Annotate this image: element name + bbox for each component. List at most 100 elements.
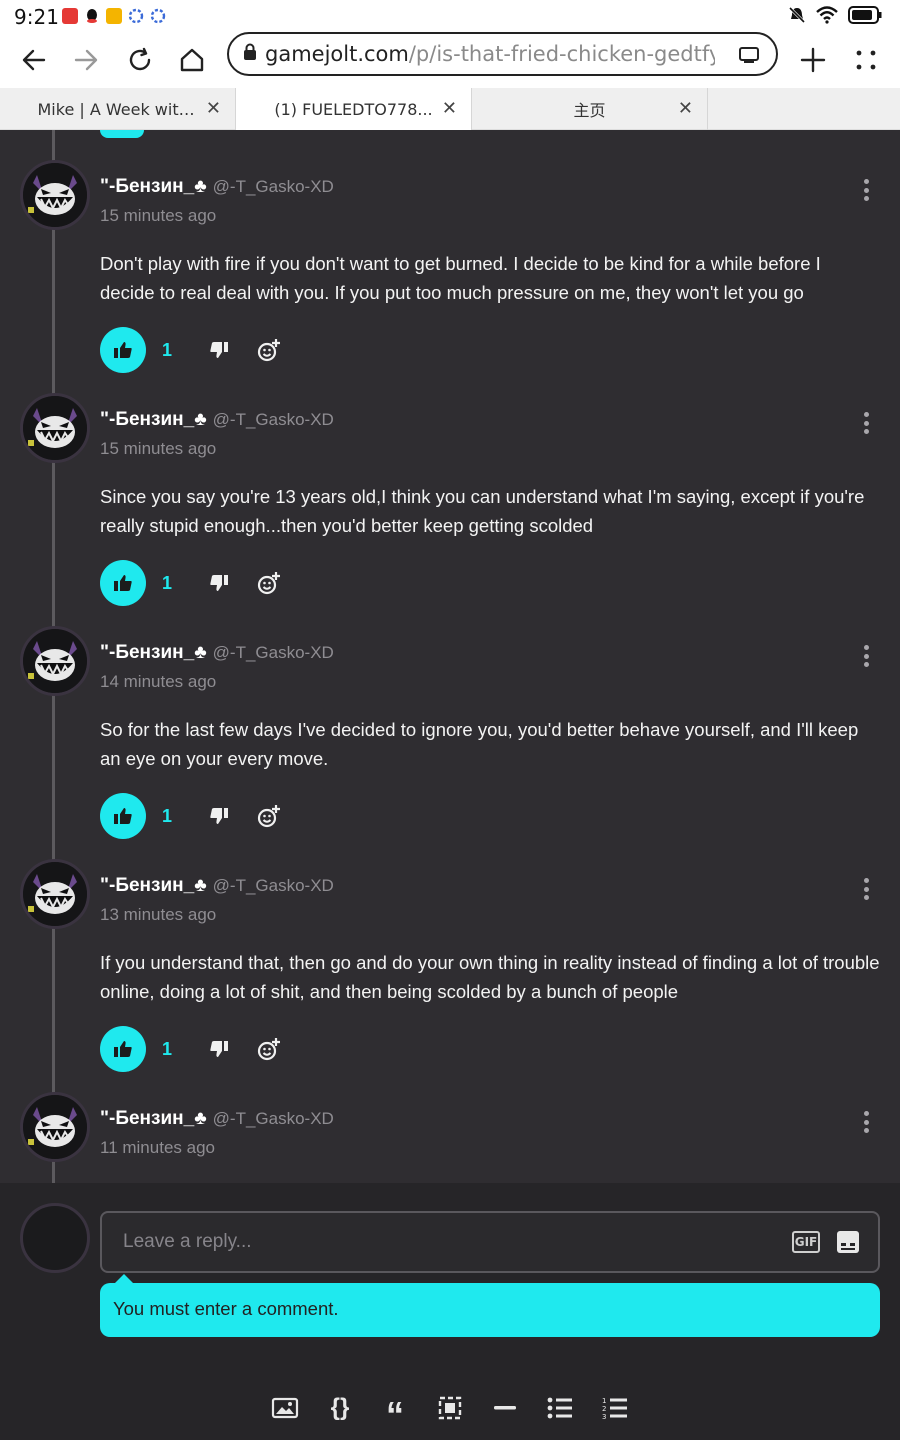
status-time: 9:21 [14,5,59,29]
more-options-icon[interactable] [860,645,872,667]
like-button[interactable] [100,560,146,606]
add-reaction-icon [257,572,280,595]
reply-area: Leave a reply... GIF You must enter a co… [0,1183,900,1440]
dislike-button[interactable] [204,801,234,831]
svg-text:1: 1 [602,1397,606,1405]
more-options-icon[interactable] [860,1111,872,1133]
comment-timestamp[interactable]: 13 minutes ago [100,905,216,925]
reply-input[interactable]: Leave a reply... GIF [100,1211,880,1273]
mute-icon [788,6,806,29]
back-button[interactable] [14,40,54,80]
add-reaction-icon [257,1038,280,1061]
like-button[interactable] [100,793,146,839]
dislike-button[interactable] [204,1034,234,1064]
error-message: You must enter a comment. [100,1274,880,1337]
author-line: "-Бензин_♣ @-T_Gasko-XD [100,176,334,198]
more-options-icon[interactable] [860,412,872,434]
code-braces-icon[interactable]: {} [325,1393,355,1423]
tab-close-icon[interactable]: ✕ [206,98,221,119]
tab-strip: Mike | A Week with... ✕ (1) FUELEDTO778.… [0,88,900,130]
author-name[interactable]: "-Бензин_♣ [100,875,207,897]
quote-icon[interactable]: “ [380,1393,410,1435]
tab-fueledto[interactable]: (1) FUELEDTO778... ✕ [236,88,472,130]
url-text[interactable]: gamejolt.com/p/is-that-fried-chicken-ged… [265,42,715,66]
weibo-notification-icon-2 [150,8,166,24]
author-name[interactable]: "-Бензин_♣ [100,409,207,431]
dislike-button[interactable] [204,335,234,365]
author-handle[interactable]: @-T_Gasko-XD [213,410,334,430]
comment-timestamp[interactable]: 11 minutes ago [100,1138,215,1158]
author-name[interactable]: "-Бензин_♣ [100,176,207,198]
sticker-icon[interactable] [835,1229,861,1255]
thumbs-down-icon [210,808,228,824]
address-bar[interactable]: gamejolt.com/p/is-that-fried-chicken-ged… [227,32,778,76]
reload-button[interactable] [120,40,160,80]
author-name[interactable]: "-Бензин_♣ [100,642,207,664]
avatar[interactable] [20,1203,90,1273]
add-reaction-button[interactable] [254,801,284,831]
like-button[interactable] [100,1026,146,1072]
gif-button[interactable]: GIF [792,1231,820,1253]
forward-button[interactable] [66,40,106,80]
author-handle[interactable]: @-T_Gasko-XD [213,643,334,663]
author-line: "-Бензин_♣ @-T_Gasko-XD [100,1108,334,1130]
spoiler-icon[interactable] [435,1393,465,1423]
add-reaction-button[interactable] [254,335,284,365]
menu-button[interactable] [846,40,886,80]
thumbs-up-icon [114,808,132,824]
new-tab-button[interactable] [793,40,833,80]
like-count[interactable]: 1 [162,806,202,827]
image-icon[interactable] [270,1393,300,1423]
add-reaction-icon [257,339,280,362]
comment-timestamp[interactable]: 15 minutes ago [100,206,216,226]
like-count[interactable]: 1 [162,573,202,594]
app-notification-icon [62,8,78,24]
author-line: "-Бензин_♣ @-T_Gasko-XD [100,642,334,664]
tab-close-icon[interactable]: ✕ [678,98,693,119]
add-reaction-button[interactable] [254,1034,284,1064]
like-count[interactable]: 1 [162,340,202,361]
like-button[interactable] [100,327,146,373]
desktop-mode-icon[interactable] [738,46,760,69]
comment-feed[interactable]: "-Бензин_♣ @-T_Gasko-XD 15 minutes ago Don'… [0,130,900,1183]
more-options-icon[interactable] [860,878,872,900]
author-line: "-Бензин_♣ @-T_Gasko-XD [100,409,334,431]
author-name[interactable]: "-Бензин_♣ [100,1108,207,1130]
comment-text: Don't play with fire if you don't want t… [100,253,821,303]
bullet-list-icon[interactable] [545,1393,575,1423]
avatar[interactable] [20,859,90,929]
tab-close-icon[interactable]: ✕ [442,98,457,119]
back-arrow-icon [22,49,46,71]
home-button[interactable] [172,40,212,80]
tab-mike[interactable]: Mike | A Week with... ✕ [0,88,236,130]
home-icon [180,48,204,72]
avatar[interactable] [20,1092,90,1162]
numbered-list-icon[interactable]: 123 [600,1393,630,1423]
comment-timestamp[interactable]: 15 minutes ago [100,439,216,459]
avatar[interactable] [20,160,90,230]
comment-actions: 1 [100,793,284,839]
previous-like-button-edge [100,130,144,138]
add-reaction-button[interactable] [254,568,284,598]
author-line: "-Бензин_♣ @-T_Gasko-XD [100,875,334,897]
battery-icon [848,6,882,29]
comment-timestamp[interactable]: 14 minutes ago [100,672,216,692]
like-count[interactable]: 1 [162,1039,202,1060]
thumbs-up-icon [114,1041,132,1057]
svg-text:2: 2 [602,1405,606,1413]
mail-notification-icon [106,8,122,24]
status-bar: 9:21 [0,0,900,32]
avatar[interactable] [20,393,90,463]
dislike-button[interactable] [204,568,234,598]
horizontal-rule-icon[interactable] [490,1393,520,1423]
comment-actions: 1 [100,1026,284,1072]
more-options-icon[interactable] [860,179,872,201]
avatar[interactable] [20,626,90,696]
author-handle[interactable]: @-T_Gasko-XD [213,876,334,896]
editor-toolbar: {} “ 123 [270,1393,630,1435]
author-handle[interactable]: @-T_Gasko-XD [213,177,334,197]
reply-placeholder: Leave a reply... [123,1231,252,1252]
tab-home[interactable]: 主页 ✕ [472,88,708,130]
author-handle[interactable]: @-T_Gasko-XD [213,1109,334,1129]
reload-icon [129,47,151,71]
